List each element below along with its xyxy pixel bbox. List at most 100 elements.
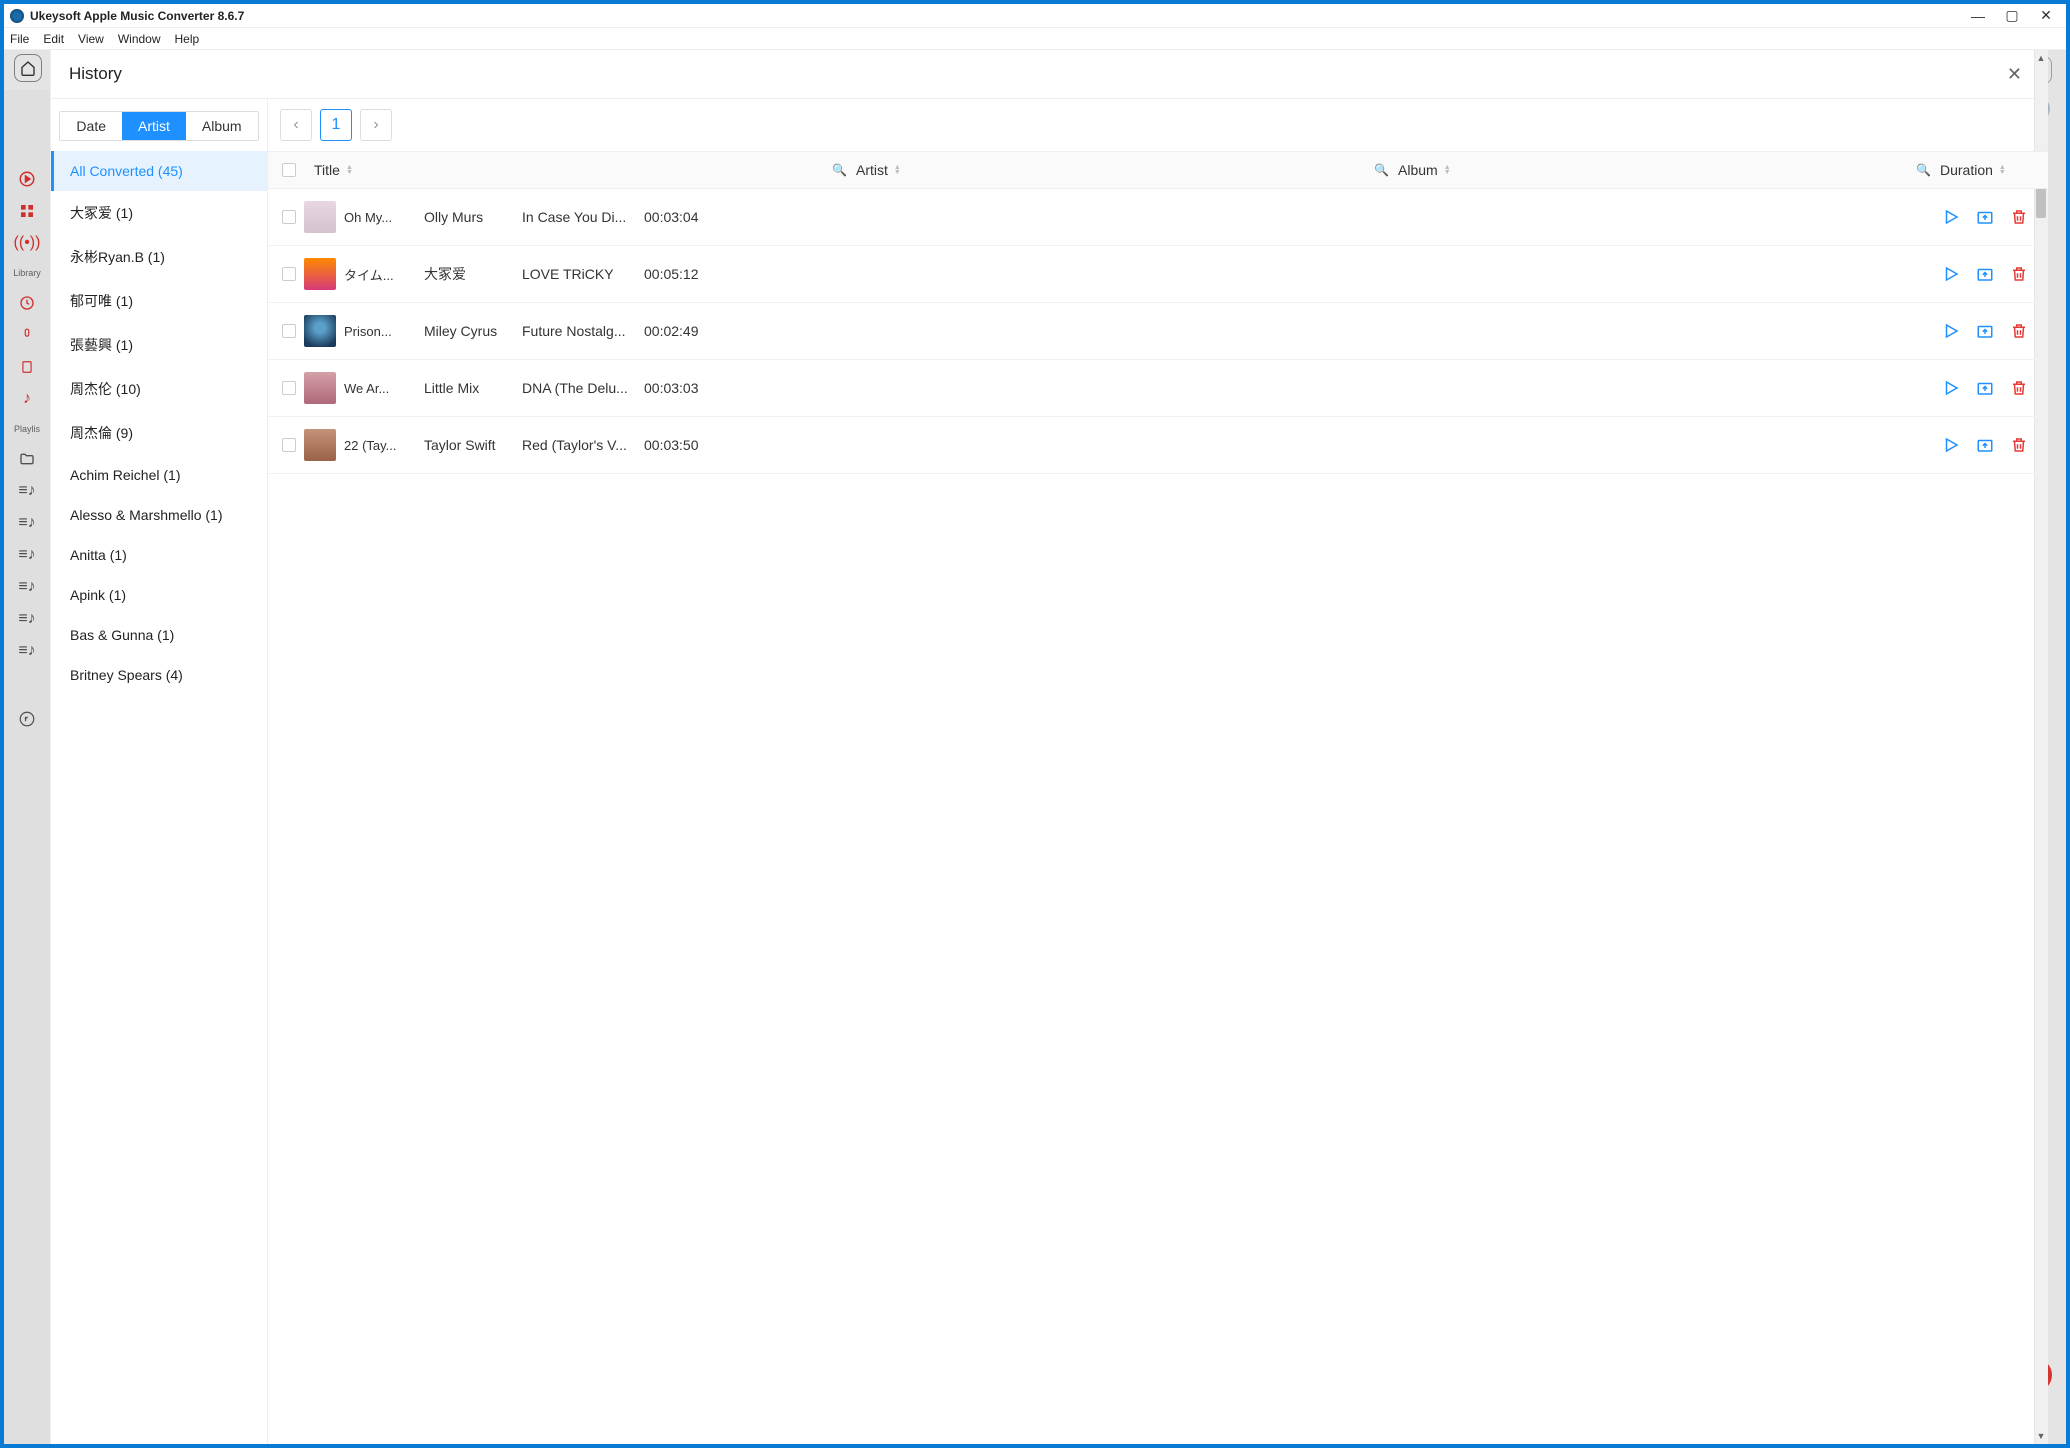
sidebar-item[interactable]: 張藝興 (1) [51, 323, 267, 367]
album-art [304, 372, 336, 404]
app-icon [10, 9, 24, 23]
search-album-icon[interactable]: 🔍 [1916, 163, 1934, 177]
sidebar-item[interactable]: Bas & Gunna (1) [51, 615, 267, 655]
row-artist: Olly Murs [424, 209, 520, 225]
search-title-icon[interactable]: 🔍 [832, 163, 850, 177]
row-album: In Case You Di... [522, 209, 630, 225]
open-folder-icon[interactable] [1976, 322, 1994, 340]
maximize-button[interactable]: ▢ [2004, 8, 2020, 24]
scroll-up-arrow[interactable]: ▲ [2036, 52, 2046, 64]
menu-edit[interactable]: Edit [43, 32, 64, 46]
delete-icon[interactable] [2010, 436, 2028, 454]
play-icon[interactable] [1942, 208, 1960, 226]
table-row: We Ar... Little Mix DNA (The Delu... 00:… [268, 360, 2048, 417]
delete-icon[interactable] [2010, 208, 2028, 226]
row-checkbox[interactable] [282, 267, 296, 281]
close-icon[interactable]: ✕ [1999, 60, 2030, 89]
sidebar-item[interactable]: Britney Spears (4) [51, 655, 267, 695]
table-header: Title ▲▼ 🔍 Artist ▲▼ 🔍 Album ▲▼ [268, 152, 2048, 189]
playlists-label: Playlis [4, 420, 50, 438]
songs-icon [16, 708, 38, 730]
row-checkbox[interactable] [282, 438, 296, 452]
sidebar-item[interactable]: 周杰伦 (10) [51, 367, 267, 411]
music-note-icon: ♪ [16, 388, 38, 410]
tab-date[interactable]: Date [60, 112, 122, 140]
sidebar-item[interactable]: 大冢爱 (1) [51, 191, 267, 235]
row-album: DNA (The Delu... [522, 380, 630, 396]
album-art [304, 201, 336, 233]
sort-icon[interactable]: ▲▼ [1444, 165, 1451, 175]
row-album: LOVE TRiCKY [522, 266, 630, 282]
sort-icon[interactable]: ▲▼ [346, 165, 353, 175]
select-all-checkbox[interactable] [282, 163, 296, 177]
sidebar-item[interactable]: Alesso & Marshmello (1) [51, 495, 267, 535]
column-artist[interactable]: Artist [856, 162, 888, 178]
sidebar-item[interactable]: Anitta (1) [51, 535, 267, 575]
playlist-icon-5: ≡♪ [16, 608, 38, 630]
row-title: タイム... [344, 265, 404, 284]
sidebar-item[interactable]: 永彬Ryan.B (1) [51, 235, 267, 279]
album-art [304, 315, 336, 347]
row-artist: Little Mix [424, 380, 520, 396]
menu-window[interactable]: Window [118, 32, 161, 46]
mic-icon [16, 324, 38, 346]
sidebar-item[interactable]: Achim Reichel (1) [51, 455, 267, 495]
open-folder-icon[interactable] [1976, 265, 1994, 283]
close-window-button[interactable]: ✕ [2038, 8, 2054, 24]
filter-tabs: Date Artist Album [59, 111, 258, 141]
sort-icon[interactable]: ▲▼ [894, 165, 901, 175]
open-folder-icon[interactable] [1976, 379, 1994, 397]
row-duration: 00:03:50 [644, 437, 724, 453]
play-icon[interactable] [1942, 322, 1960, 340]
playlist-icon-3: ≡♪ [16, 544, 38, 566]
tab-artist[interactable]: Artist [122, 112, 186, 140]
sidebar-item[interactable]: 周杰倫 (9) [51, 411, 267, 455]
open-folder-icon[interactable] [1976, 436, 1994, 454]
titlebar: Ukeysoft Apple Music Converter 8.6.7 — ▢… [4, 4, 2066, 28]
modal-title: History [69, 64, 1999, 84]
play-icon[interactable] [1942, 379, 1960, 397]
playlist-icon-6: ≡♪ [16, 640, 38, 662]
library-label: Library [4, 264, 50, 282]
search-artist-icon[interactable]: 🔍 [1374, 163, 1392, 177]
pager-next[interactable]: › [360, 109, 392, 141]
pager-page-1[interactable]: 1 [320, 109, 352, 141]
sidebar-item[interactable]: Apink (1) [51, 575, 267, 615]
tab-album[interactable]: Album [186, 112, 258, 140]
sidebar-item[interactable]: 郁可唯 (1) [51, 279, 267, 323]
row-checkbox[interactable] [282, 210, 296, 224]
menu-view[interactable]: View [78, 32, 104, 46]
row-checkbox[interactable] [282, 381, 296, 395]
menu-help[interactable]: Help [175, 32, 200, 46]
play-icon[interactable] [1942, 265, 1960, 283]
pager-prev[interactable]: ‹ [280, 109, 312, 141]
play-icon[interactable] [1942, 436, 1960, 454]
column-title[interactable]: Title [314, 162, 340, 178]
playlist-icon-4: ≡♪ [16, 576, 38, 598]
column-album[interactable]: Album [1398, 162, 1438, 178]
delete-icon[interactable] [2010, 322, 2028, 340]
sort-icon[interactable]: ▲▼ [1999, 165, 2006, 175]
delete-icon[interactable] [2010, 379, 2028, 397]
radio-icon: ((•)) [16, 232, 38, 254]
table-body: Oh My... Olly Murs In Case You Di... 00:… [268, 189, 2048, 1444]
menu-file[interactable]: File [10, 32, 29, 46]
row-title: We Ar... [344, 381, 404, 396]
column-duration[interactable]: Duration [1940, 162, 1993, 178]
sidebar-item-all-converted[interactable]: All Converted (45) [51, 151, 267, 191]
table-row: Prison... Miley Cyrus Future Nostalg... … [268, 303, 2048, 360]
delete-icon[interactable] [2010, 265, 2028, 283]
row-duration: 00:05:12 [644, 266, 724, 282]
row-checkbox[interactable] [282, 324, 296, 338]
open-folder-icon[interactable] [1976, 208, 1994, 226]
row-artist: 大冢爱 [424, 264, 520, 284]
playlist-icon-2: ≡♪ [16, 512, 38, 534]
row-duration: 00:03:04 [644, 209, 724, 225]
album-icon [16, 356, 38, 378]
playlist-icon-1: ≡♪ [16, 480, 38, 502]
row-album: Future Nostalg... [522, 323, 630, 339]
minimize-button[interactable]: — [1970, 8, 1986, 24]
window-title: Ukeysoft Apple Music Converter 8.6.7 [30, 9, 1970, 23]
play-circle-icon [16, 168, 38, 190]
grid-icon [16, 200, 38, 222]
